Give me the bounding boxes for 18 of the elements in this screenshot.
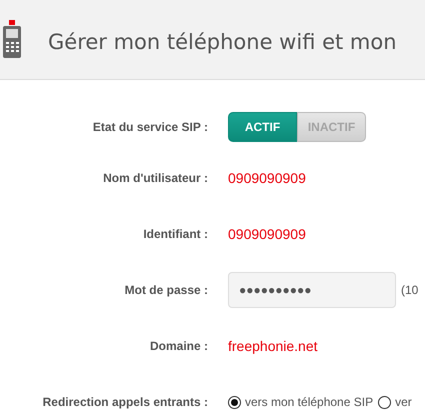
radio-button[interactable]	[228, 396, 241, 408]
toggle-button[interactable]: ACTIF	[228, 112, 297, 142]
password-field[interactable]: ●●●●●●●●●●	[228, 272, 396, 308]
field-label: Redirection appels entrants :	[42, 394, 208, 410]
toggle-button[interactable]: INACTIF	[297, 112, 366, 142]
radio-button[interactable]	[378, 396, 392, 408]
field-label: Mot de passe :	[124, 282, 208, 299]
radio-label: ver	[395, 394, 412, 410]
field-label: Identifiant :	[142, 226, 208, 243]
field-label: Etat du service SIP :	[92, 119, 208, 136]
field-label: Domaine :	[148, 338, 208, 355]
field-value: freephonie.net	[228, 336, 318, 356]
field-value: 0909090909	[228, 224, 306, 244]
field-value: 0909090909	[228, 168, 306, 188]
page-title: Gérer mon téléphone wifi et mon	[48, 28, 397, 56]
field-note: (10	[401, 282, 418, 299]
field-label: Nom d'utilisateur :	[102, 170, 208, 187]
radio-label: vers mon téléphone SIP	[245, 394, 374, 410]
